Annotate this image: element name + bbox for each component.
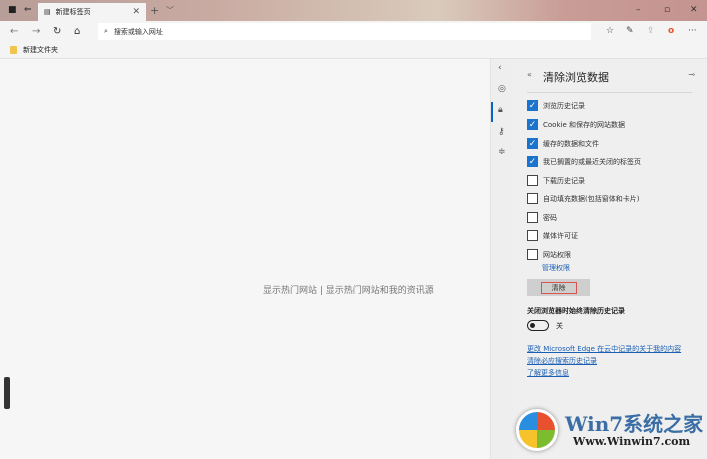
- watermark: Win7系统之家 Www.Winwin7.com: [513, 404, 707, 459]
- tab-title: 新建标签页: [55, 8, 91, 16]
- favorites-bar: 新建文件夹: [0, 42, 707, 59]
- tab-new-tab[interactable]: ▤ 新建标签页 ✕: [38, 3, 146, 21]
- home-icon[interactable]: ⌂: [74, 26, 80, 37]
- checkbox-label: 密码: [543, 213, 557, 222]
- office-icon[interactable]: o: [668, 26, 674, 36]
- checkbox-row[interactable]: 下载历史记录: [527, 175, 585, 186]
- checkbox-label: 媒体许可证: [543, 231, 578, 240]
- general-icon[interactable]: ◎: [498, 84, 506, 94]
- settings-sliders-icon[interactable]: ≑: [498, 147, 506, 157]
- checkbox-label: 下载历史记录: [543, 176, 585, 185]
- back-chevron-icon[interactable]: «: [527, 70, 532, 79]
- favorite-folder[interactable]: 新建文件夹: [23, 45, 58, 55]
- collapse-icon[interactable]: ‹: [498, 63, 502, 73]
- page-icon: ▤: [44, 8, 51, 16]
- url-input[interactable]: ⌕ 搜索或输入网址: [98, 23, 591, 40]
- panel-title: 清除浏览数据: [543, 71, 609, 84]
- favorites-icon[interactable]: ☆: [606, 26, 614, 36]
- watermark-url: Www.Winwin7.com: [573, 435, 691, 448]
- checkbox-row[interactable]: 密码: [527, 212, 557, 223]
- checkbox-row[interactable]: ✓ 浏览历史记录: [527, 100, 585, 111]
- manage-permissions-link[interactable]: 管理权限: [542, 263, 570, 273]
- checkbox[interactable]: [527, 175, 538, 186]
- search-icon: ⌕: [104, 27, 108, 35]
- hub-rail: ‹ ◎ 🔒︎ ⚷ ≑: [490, 59, 513, 459]
- clear-bing-history-link[interactable]: 清除必应搜索历史记录: [527, 356, 597, 366]
- side-handle[interactable]: [4, 377, 10, 409]
- maximize-icon[interactable]: ▫: [664, 5, 670, 15]
- pin-icon[interactable]: ⊸: [688, 70, 695, 79]
- toggle-state: 关: [556, 322, 563, 330]
- key-icon[interactable]: ⚷: [498, 127, 505, 137]
- checkbox-row[interactable]: ✓ 缓存的数据和文件: [527, 138, 599, 149]
- tab-bar: ■ ⇐ ▤ 新建标签页 ✕ + ﹀ – ▫ ✕: [0, 0, 707, 21]
- checkbox[interactable]: [527, 230, 538, 241]
- chevron-down-icon[interactable]: ﹀: [166, 5, 174, 16]
- checkbox-row[interactable]: ✓ Cookie 和保存的网站数据: [527, 119, 625, 130]
- new-tab-icon[interactable]: +: [150, 4, 159, 17]
- checkbox-row[interactable]: 媒体许可证: [527, 230, 578, 241]
- checkbox[interactable]: ✓: [527, 119, 538, 130]
- checkbox-row[interactable]: 网站权限: [527, 249, 571, 260]
- divider: [527, 92, 692, 93]
- checkbox-label: Cookie 和保存的网站数据: [543, 120, 625, 129]
- new-tab-page: 显示热门网站 | 显示热门网站和我的资讯源: [0, 59, 490, 459]
- clear-button-label: 清除: [540, 281, 577, 294]
- checkbox-row[interactable]: 自动填充数据(包括窗体和卡片): [527, 193, 639, 204]
- active-indicator: [491, 102, 493, 122]
- minimize-icon[interactable]: –: [636, 5, 641, 15]
- lock-icon[interactable]: 🔒︎: [498, 105, 503, 115]
- checkbox-label: 网站权限: [543, 250, 571, 259]
- checkbox[interactable]: ✓: [527, 138, 538, 149]
- checkbox-label: 浏览历史记录: [543, 101, 585, 110]
- checkbox[interactable]: [527, 249, 538, 260]
- checkbox[interactable]: [527, 212, 538, 223]
- checkbox-label: 我已搁置的或最近关闭的标签页: [543, 157, 641, 166]
- checkbox[interactable]: ✓: [527, 156, 538, 167]
- folder-icon: [10, 46, 17, 54]
- pen-icon[interactable]: ✎: [626, 26, 634, 36]
- checkbox[interactable]: ✓: [527, 100, 538, 111]
- back-icon[interactable]: ←: [10, 26, 18, 37]
- refresh-icon[interactable]: ↻: [53, 26, 61, 37]
- clear-button[interactable]: 清除: [527, 279, 590, 296]
- watermark-brand: Win7系统之家: [565, 412, 704, 436]
- main-message[interactable]: 显示热门网站 | 显示热门网站和我的资讯源: [45, 283, 535, 296]
- forward-icon[interactable]: →: [32, 26, 40, 37]
- checkbox-row[interactable]: ✓ 我已搁置的或最近关闭的标签页: [527, 156, 641, 167]
- checkbox[interactable]: [527, 193, 538, 204]
- set-aside-tabs-icon[interactable]: ⇐: [24, 5, 32, 15]
- checkbox-label: 自动填充数据(包括窗体和卡片): [543, 194, 640, 203]
- change-cloud-data-link[interactable]: 更改 Microsoft Edge 在云中记录的关于我的内容: [527, 344, 681, 354]
- always-clear-heading: 关闭浏览器时始终清除历史记录: [527, 307, 625, 315]
- share-icon[interactable]: ⇪: [647, 26, 655, 36]
- windows-logo-icon: [516, 409, 558, 451]
- always-clear-toggle[interactable]: [527, 320, 549, 331]
- learn-more-link[interactable]: 了解更多信息: [527, 368, 569, 378]
- more-icon[interactable]: ···: [688, 26, 697, 36]
- url-placeholder: 搜索或输入网址: [113, 27, 163, 36]
- tab-actions-icon[interactable]: ■: [8, 5, 17, 15]
- clear-browsing-data-panel: « 清除浏览数据 ⊸ ✓ 浏览历史记录 ✓ Cookie 和保存的网站数据 ✓ 缓存的…: [513, 59, 707, 459]
- checkbox-label: 缓存的数据和文件: [543, 139, 599, 148]
- close-window-icon[interactable]: ✕: [690, 5, 698, 15]
- close-tab-icon[interactable]: ✕: [132, 7, 140, 17]
- address-bar: ← → ↻ ⌂ ⌕ 搜索或输入网址 ☆ ✎ ⇪ o ···: [0, 21, 707, 42]
